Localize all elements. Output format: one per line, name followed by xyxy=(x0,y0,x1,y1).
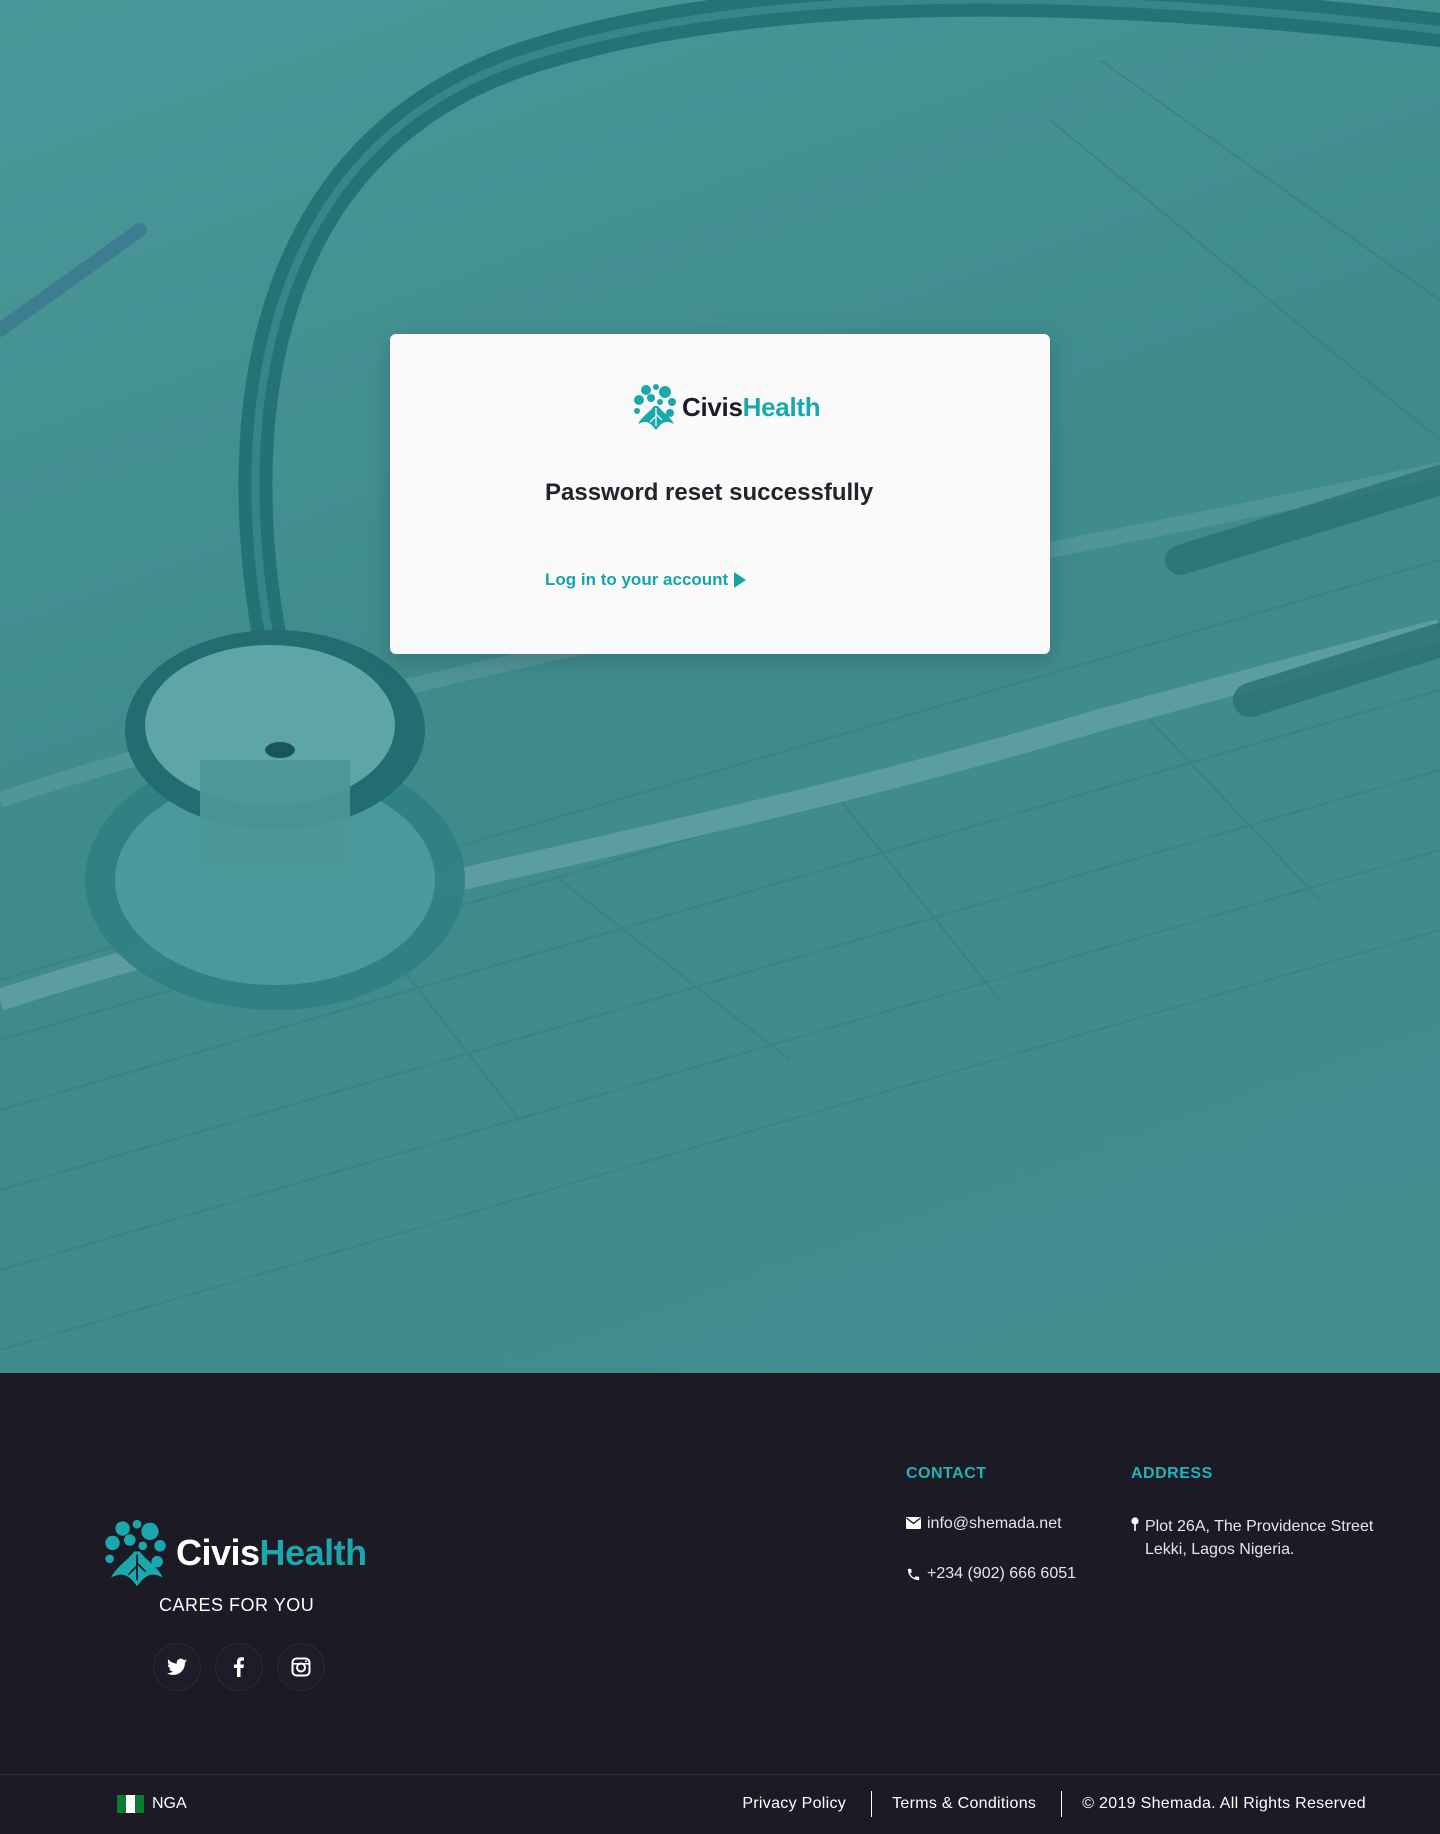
privacy-policy-link[interactable]: Privacy Policy xyxy=(742,1795,846,1813)
contact-email[interactable]: info@shemada.net xyxy=(906,1515,1062,1533)
phone-icon xyxy=(906,1567,921,1582)
tree-logo-icon xyxy=(105,1519,166,1587)
country-code: NGA xyxy=(152,1795,187,1812)
contact-email-text: info@shemada.net xyxy=(927,1515,1062,1532)
footer-bottom-bar: NGA Privacy Policy Terms & Conditions © … xyxy=(0,1774,1440,1834)
page-title: Password reset successfully xyxy=(545,479,874,506)
login-link-label: Log in to your account xyxy=(545,570,729,589)
login-link[interactable]: Log in to your account xyxy=(545,570,747,590)
tree-logo-icon xyxy=(634,384,676,430)
map-pin-icon xyxy=(1131,1517,1139,1531)
stethoscope-background-image xyxy=(0,0,1440,1351)
legal-links: Privacy Policy Terms & Conditions © 2019… xyxy=(742,1791,1366,1817)
social-links xyxy=(153,1643,325,1691)
instagram-icon xyxy=(291,1657,311,1677)
twitter-link[interactable] xyxy=(153,1643,201,1691)
divider xyxy=(871,1791,873,1817)
footer-brand-name-civis: Civis xyxy=(176,1532,260,1573)
brand-name-health: Health xyxy=(742,391,821,422)
instagram-link[interactable] xyxy=(277,1643,325,1691)
twitter-icon xyxy=(167,1658,187,1675)
brand-logo: CivisHealth xyxy=(632,382,821,432)
play-arrow-icon xyxy=(734,572,747,588)
brand-name-civis: Civis xyxy=(682,391,743,422)
address-line-2: Lekki, Lagos Nigeria. xyxy=(1145,1541,1295,1558)
country-selector[interactable]: NGA xyxy=(117,1795,187,1813)
address-line-1: Plot 26A, The Providence Street xyxy=(1145,1518,1374,1535)
address-heading: ADDRESS xyxy=(1131,1465,1213,1482)
footer-brand-logo: CivisHealth xyxy=(102,1517,367,1589)
brand-tagline: CARES FOR YOU xyxy=(159,1595,315,1615)
address-text: Plot 26A, The Providence Street Lekki, L… xyxy=(1131,1515,1373,1561)
contact-phone-text: +234 (902) 666 6051 xyxy=(927,1565,1077,1582)
terms-conditions-link[interactable]: Terms & Conditions xyxy=(892,1795,1036,1813)
footer-brand-name-health: Health xyxy=(259,1532,368,1573)
envelope-icon xyxy=(906,1517,921,1529)
contact-phone[interactable]: +234 (902) 666 6051 xyxy=(906,1565,1076,1583)
facebook-icon xyxy=(234,1657,244,1677)
nigeria-flag-icon xyxy=(117,1795,144,1813)
password-reset-card: CivisHealth Password reset successfully … xyxy=(390,334,1050,654)
hero-background: CivisHealth Password reset successfully … xyxy=(0,0,1440,1373)
copyright-text: © 2019 Shemada. All Rights Reserved xyxy=(1082,1795,1366,1812)
facebook-link[interactable] xyxy=(215,1643,263,1691)
footer: CivisHealth CARES FOR YOU CONTACT info@s… xyxy=(0,1373,1440,1834)
divider xyxy=(1061,1791,1063,1817)
contact-heading: CONTACT xyxy=(906,1465,987,1482)
